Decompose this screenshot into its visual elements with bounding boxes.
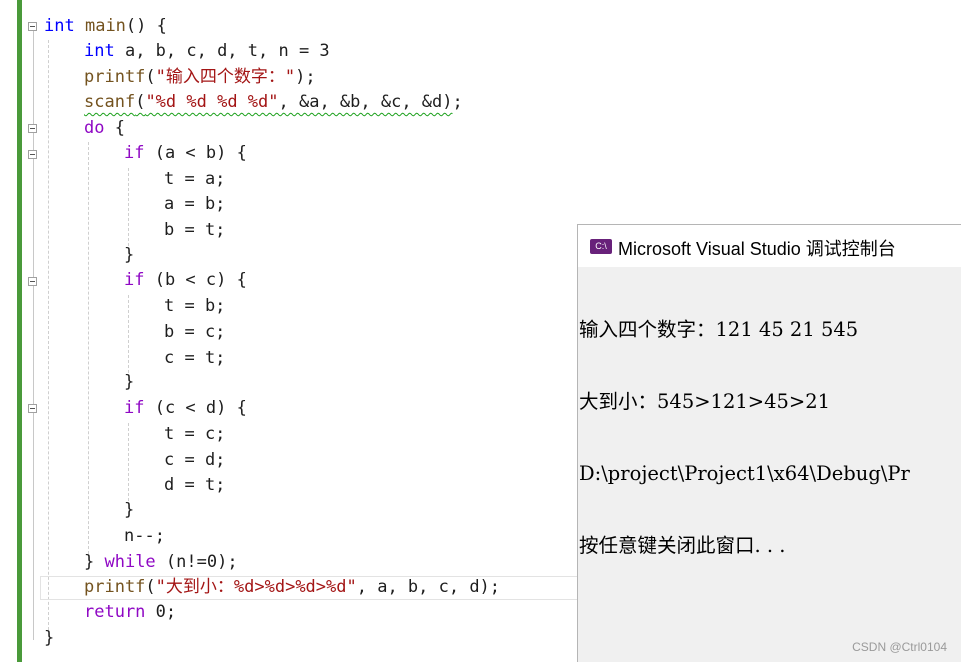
code-line[interactable]: printf("输入四个数字："); [84, 65, 316, 90]
code-token: a, b, c, d, t, n = 3 [114, 41, 330, 61]
code-line[interactable]: t = a; [164, 167, 225, 192]
console-titlebar[interactable]: C:\ Microsoft Visual Studio 调试控制台 [578, 225, 961, 267]
code-token: 0; [145, 602, 177, 622]
code-token: ( [145, 67, 156, 87]
code-line[interactable]: d = t; [164, 473, 225, 498]
code-token: t = b; [164, 296, 226, 316]
csdn-watermark: CSDN @Ctrl0104 [852, 640, 947, 654]
code-token: "输入四个数字：" [155, 67, 296, 87]
console-output-line: 大到小：545>121>45>21 [579, 390, 831, 413]
code-token: a = b; [164, 194, 226, 214]
code-token: n--; [124, 526, 165, 546]
code-line[interactable]: int a, b, c, d, t, n = 3 [84, 39, 330, 64]
collapse-main-icon[interactable] [28, 22, 37, 31]
code-token: } [84, 552, 105, 572]
indent-guide [128, 423, 129, 501]
code-token: c = t; [164, 348, 226, 368]
code-token: } [44, 628, 55, 648]
code-token: printf [84, 577, 146, 597]
code-line[interactable]: n--; [124, 524, 165, 549]
code-token: int [44, 16, 75, 36]
indent-guide [88, 142, 89, 554]
code-token: } [124, 500, 135, 520]
code-token: printf [84, 67, 146, 87]
code-line[interactable]: } while (n!=0); [84, 550, 238, 575]
console-output-line: 输入四个数字：121 45 21 545 [579, 318, 859, 341]
code-token: do [84, 118, 105, 138]
code-token: ); [295, 67, 316, 87]
indent-guide [128, 295, 129, 373]
code-line[interactable]: b = c; [164, 320, 225, 345]
code-token: t = a; [164, 169, 226, 189]
code-token: while [104, 552, 156, 572]
code-line[interactable]: b = t; [164, 218, 225, 243]
code-line[interactable]: } [44, 626, 54, 651]
debug-console-window[interactable]: C:\ Microsoft Visual Studio 调试控制台 输入四个数字… [577, 224, 961, 662]
console-app-icon: C:\ [590, 239, 612, 254]
code-token: (c < d) { [144, 398, 247, 418]
code-token: "%d %d %d %d" [145, 92, 279, 112]
console-title: Microsoft Visual Studio 调试控制台 [618, 239, 896, 259]
collapse-if2-icon[interactable] [28, 277, 37, 286]
change-indicator-bar [17, 0, 22, 662]
code-token: scanf [84, 92, 136, 112]
outline-gutter [33, 30, 34, 640]
code-token: , a, b, c, d); [356, 577, 501, 597]
code-token: (a < b) { [144, 143, 247, 163]
code-token: ; [452, 92, 463, 112]
code-token: (b < c) { [144, 270, 247, 290]
code-token: () { [125, 16, 167, 36]
code-token: return [84, 602, 146, 622]
code-token: } [124, 372, 135, 392]
code-token: b = t; [164, 220, 226, 240]
collapse-if1-icon[interactable] [28, 150, 37, 159]
code-line[interactable]: do { [84, 116, 125, 141]
code-token: , &a, &b, &c, &d) [278, 92, 453, 112]
code-line[interactable]: c = t; [164, 346, 225, 371]
code-token: "大到小：%d>%d>%d>%d" [155, 577, 357, 597]
code-token: int [84, 41, 115, 61]
code-token: ( [145, 577, 156, 597]
code-line[interactable]: c = d; [164, 448, 225, 473]
code-token: b = c; [164, 322, 226, 342]
collapse-do-icon[interactable] [28, 124, 37, 133]
code-line[interactable]: if (b < c) { [124, 268, 247, 293]
code-line[interactable]: scanf("%d %d %d %d", &a, &b, &c, &d); [84, 90, 463, 115]
code-token: if [124, 270, 145, 290]
code-line[interactable]: } [124, 370, 134, 395]
code-token: ( [135, 92, 146, 112]
code-line[interactable]: if (a < b) { [124, 141, 247, 166]
code-line[interactable]: printf("大到小：%d>%d>%d>%d", a, b, c, d); [84, 575, 500, 600]
code-token: c = d; [164, 450, 226, 470]
code-token: { [104, 118, 125, 138]
indent-guide [48, 40, 49, 630]
code-line[interactable]: if (c < d) { [124, 396, 247, 421]
code-token: d = t; [164, 475, 226, 495]
console-output-line: D:\project\Project1\x64\Debug\Pr [579, 462, 910, 485]
console-output-line: 按任意键关闭此窗口. . . [579, 534, 786, 557]
code-line[interactable]: } [124, 243, 134, 268]
code-token: main [84, 16, 126, 36]
code-line[interactable]: } [124, 498, 134, 523]
code-line[interactable]: a = b; [164, 192, 225, 217]
code-token: if [124, 398, 145, 418]
code-line[interactable]: t = b; [164, 294, 225, 319]
code-token: } [124, 245, 135, 265]
code-line[interactable]: int main() { [44, 14, 167, 39]
code-line[interactable]: t = c; [164, 422, 225, 447]
console-output: 输入四个数字：121 45 21 545 大到小：545>121>45>21 D… [579, 270, 910, 606]
code-token: (n!=0); [155, 552, 238, 572]
code-token: t = c; [164, 424, 226, 444]
code-token: if [124, 143, 145, 163]
collapse-if3-icon[interactable] [28, 404, 37, 413]
indent-guide [128, 168, 129, 246]
code-line[interactable]: return 0; [84, 600, 176, 625]
